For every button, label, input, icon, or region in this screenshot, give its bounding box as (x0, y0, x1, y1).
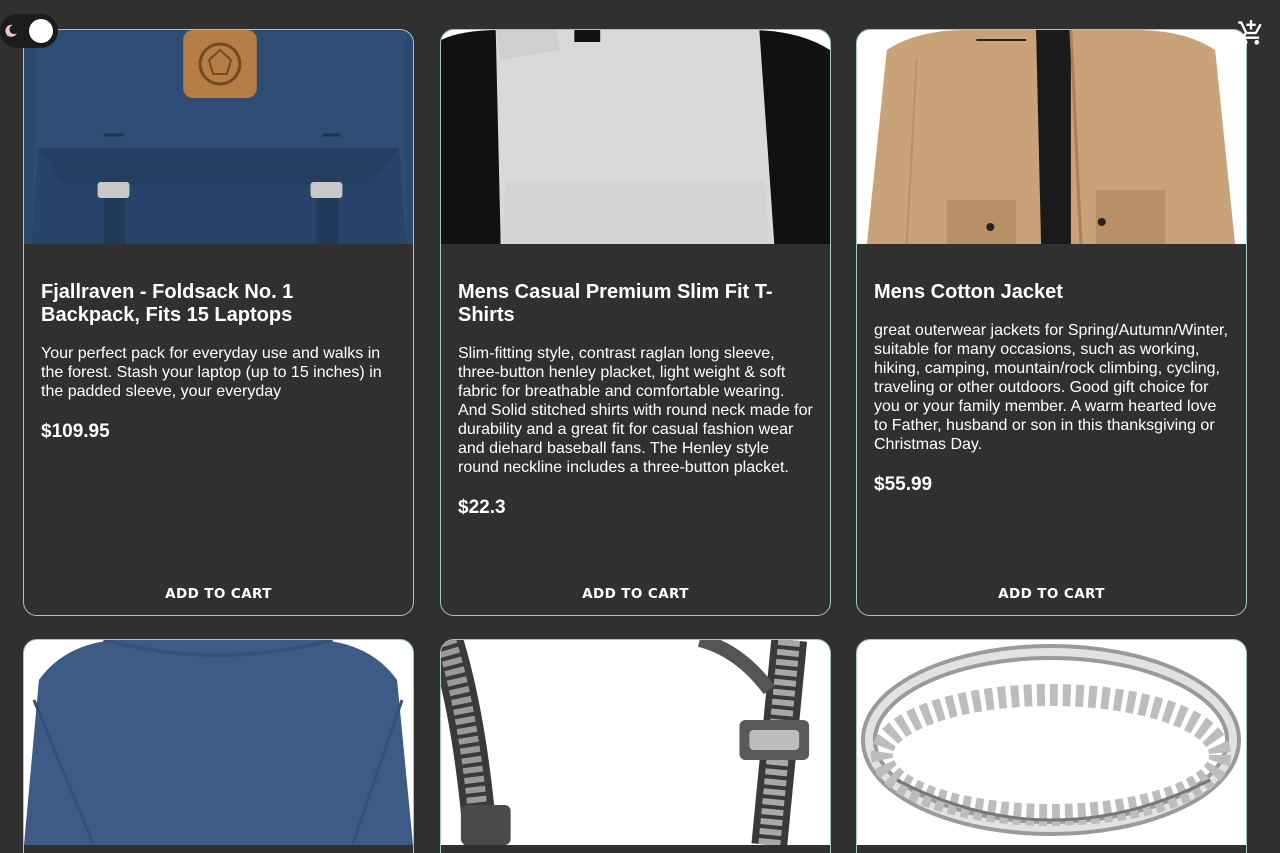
tshirt-image (441, 30, 830, 244)
product-description: great outerwear jackets for Spring/Autum… (874, 322, 1228, 453)
product-title[interactable]: Mens Cotton Jacket (874, 281, 1229, 304)
product-card (856, 639, 1247, 853)
moon-icon (5, 24, 17, 37)
product-description: Slim-fitting style, contrast raglan long… (458, 345, 813, 476)
chain-bracelet-image (441, 640, 830, 845)
theme-toggle[interactable] (0, 14, 58, 48)
card-content: Fjallraven - Foldsack No. 1 Backpack, Fi… (41, 281, 396, 443)
add-to-cart-button[interactable]: ADD TO CART (441, 583, 830, 605)
cart-button[interactable] (1237, 19, 1265, 47)
toggle-knob[interactable] (29, 19, 53, 43)
backpack-image (24, 30, 413, 244)
card-content: Mens Casual Premium Slim Fit T-Shirts Sl… (458, 281, 813, 519)
product-description: Your perfect pack for everyday use and w… (41, 345, 382, 400)
product-card (440, 639, 831, 853)
product-price: $22.3 (458, 497, 506, 518)
product-card: Mens Cotton Jacket great outerwear jacke… (856, 29, 1247, 616)
add-shopping-cart-icon (1238, 20, 1262, 45)
add-to-cart-button[interactable]: ADD TO CART (24, 583, 413, 605)
add-to-cart-button[interactable]: ADD TO CART (857, 583, 1246, 605)
jacket-image (857, 30, 1246, 244)
ring-image (857, 640, 1246, 845)
long-sleeve-shirt-image (24, 640, 413, 845)
product-card: Fjallraven - Foldsack No. 1 Backpack, Fi… (23, 29, 414, 616)
product-card (23, 639, 414, 853)
product-card: Mens Casual Premium Slim Fit T-Shirts Sl… (440, 29, 831, 616)
product-price: $55.99 (874, 474, 933, 495)
product-title[interactable]: Mens Casual Premium Slim Fit T-Shirts (458, 281, 813, 327)
card-content: Mens Cotton Jacket great outerwear jacke… (874, 281, 1229, 496)
product-price: $109.95 (41, 421, 110, 442)
product-listing-page: Fjallraven - Foldsack No. 1 Backpack, Fi… (0, 0, 1280, 853)
product-title[interactable]: Fjallraven - Foldsack No. 1 Backpack, Fi… (41, 281, 396, 327)
